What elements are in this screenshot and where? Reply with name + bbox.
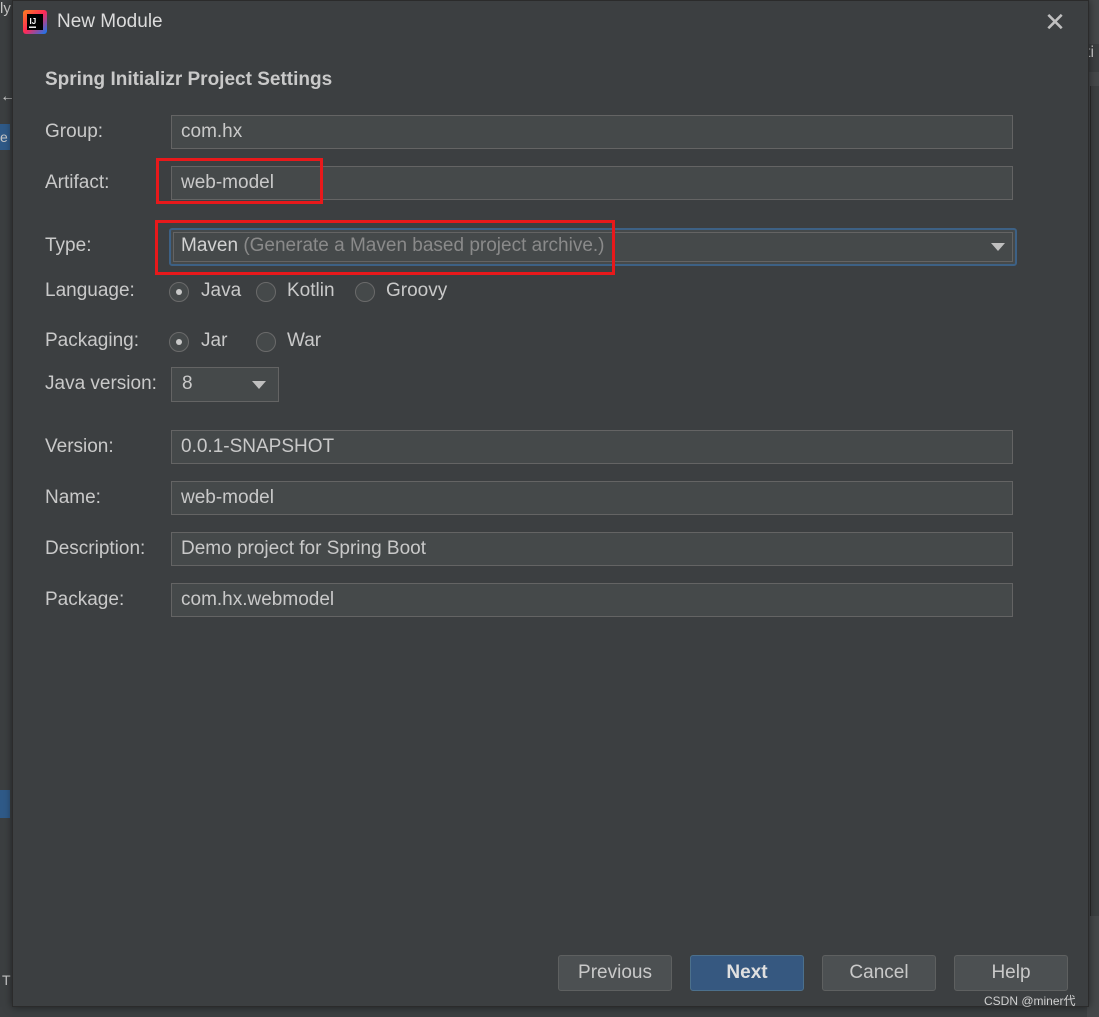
ide-left-selected-item-2 (0, 790, 10, 818)
java-version-combobox[interactable]: 8 (171, 367, 279, 402)
packaging-jar-label[interactable]: Jar (201, 330, 227, 352)
description-field[interactable]: Demo project for Spring Boot (171, 532, 1013, 566)
ide-right-scrollbar (1090, 86, 1099, 916)
package-field[interactable]: com.hx.webmodel (171, 583, 1013, 617)
new-module-dialog: IJ New Module ✕ Spring Initializr Projec… (12, 0, 1089, 1007)
cancel-button[interactable]: Cancel (822, 955, 936, 991)
packaging-label: Packaging: (45, 330, 140, 351)
version-label: Version: (45, 436, 114, 457)
name-label: Name: (45, 487, 101, 508)
watermark: CSDN @miner代 (984, 994, 1076, 1008)
java-version-label: Java version: (45, 373, 157, 394)
language-label: Language: (45, 280, 135, 301)
help-button[interactable]: Help (954, 955, 1068, 991)
language-java-radio[interactable] (169, 282, 189, 302)
close-icon[interactable]: ✕ (1043, 9, 1067, 35)
ide-left-edge: ly ← e T (0, 0, 16, 1017)
artifact-highlight-box (156, 158, 323, 204)
type-label: Type: (45, 235, 92, 256)
chevron-down-icon[interactable] (991, 243, 1005, 251)
type-highlight-box (155, 220, 615, 275)
package-label: Package: (45, 589, 125, 610)
version-field[interactable]: 0.0.1-SNAPSHOT (171, 430, 1013, 464)
language-kotlin-label[interactable]: Kotlin (287, 280, 335, 302)
artifact-label: Artifact: (45, 172, 110, 193)
language-java-label[interactable]: Java (201, 280, 241, 302)
packaging-jar-radio[interactable] (169, 332, 189, 352)
name-field[interactable]: web-model (171, 481, 1013, 515)
language-groovy-radio[interactable] (355, 282, 375, 302)
language-kotlin-radio[interactable] (256, 282, 276, 302)
packaging-war-label[interactable]: War (287, 330, 321, 352)
packaging-radio-group: Jar War (169, 330, 369, 356)
previous-button[interactable]: Previous (558, 955, 672, 991)
section-title: Spring Initializr Project Settings (45, 69, 333, 90)
next-button[interactable]: Next (690, 955, 804, 991)
dialog-titlebar[interactable]: IJ New Module ✕ (13, 1, 1088, 45)
language-radio-group: Java Kotlin Groovy (169, 280, 469, 306)
ide-left-bottom-text: T (2, 972, 11, 988)
svg-text:IJ: IJ (30, 17, 37, 26)
ide-left-selected-item: e (0, 124, 10, 150)
java-version-value: 8 (182, 373, 193, 394)
language-groovy-label[interactable]: Groovy (386, 280, 447, 302)
chevron-down-icon[interactable] (252, 381, 266, 389)
group-label: Group: (45, 121, 104, 142)
group-field[interactable]: com.hx (171, 115, 1013, 149)
ide-left-top-text: ly (0, 0, 11, 17)
description-label: Description: (45, 538, 146, 559)
packaging-war-radio[interactable] (256, 332, 276, 352)
dialog-title: New Module (57, 11, 163, 32)
intellij-idea-icon: IJ (23, 10, 47, 34)
